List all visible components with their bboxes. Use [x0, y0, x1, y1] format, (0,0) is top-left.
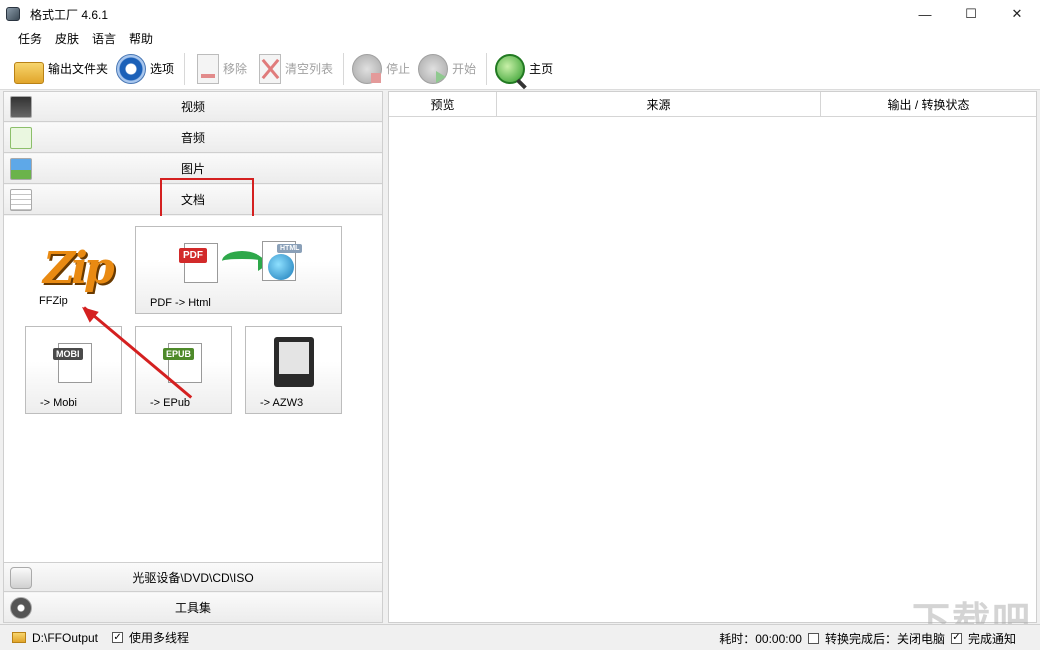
- minimize-button[interactable]: —: [902, 0, 948, 28]
- mobi-badge: MOBI: [53, 348, 83, 360]
- clear-list-label: 清空列表: [285, 62, 334, 76]
- html-badge: HTML: [277, 244, 303, 253]
- globe-icon: [268, 254, 294, 280]
- close-button[interactable]: ✕: [994, 0, 1040, 28]
- category-audio-label: 音频: [180, 131, 205, 145]
- tile-mobi[interactable]: MOBI -> Mobi: [25, 326, 122, 414]
- tools-reel-icon: [10, 597, 32, 619]
- epub-file-icon: EPUB: [163, 343, 202, 383]
- column-output-status[interactable]: 输出 / 转换状态: [821, 92, 1036, 116]
- category-panel: 视频 音频 图片 文档 Zip FFZip PDF HTML PDF -> Ht…: [3, 91, 383, 623]
- video-film-icon: [10, 96, 32, 118]
- menu-skin[interactable]: 皮肤: [55, 30, 79, 47]
- ffzip-logo-icon: Zip: [43, 243, 115, 294]
- html-file-icon: HTML: [262, 241, 303, 281]
- menu-bar: 任务 皮肤 语言 帮助: [0, 28, 1040, 48]
- status-bar: D:\FFOutput ✓ 使用多线程 耗时：00:00:00 转换完成后：关闭…: [0, 624, 1040, 650]
- after-convert-label[interactable]: 转换完成后：关闭电脑: [825, 630, 945, 647]
- start-label: 开始: [452, 62, 477, 76]
- menu-help[interactable]: 帮助: [129, 30, 153, 47]
- category-disc[interactable]: 光驱设备\DVD\CD\ISO: [4, 562, 382, 592]
- window-title: 格式工厂 4.6.1: [30, 7, 109, 22]
- options-label: 选项: [150, 62, 175, 76]
- toolbar-divider: [184, 52, 186, 85]
- category-disc-label: 光驱设备\DVD\CD\ISO: [132, 570, 254, 585]
- home-label: 主页: [529, 62, 554, 76]
- notify-label: 完成通知: [967, 631, 1016, 646]
- home-globe-icon: [495, 53, 526, 84]
- elapsed-time: 耗时：00:00:00: [719, 631, 802, 646]
- category-video[interactable]: 视频: [4, 92, 382, 122]
- pdf-file-icon: PDF: [179, 243, 218, 283]
- maximize-button[interactable]: ☐: [948, 0, 994, 28]
- remove-button[interactable]: 移除: [193, 51, 247, 87]
- home-button[interactable]: 主页: [495, 51, 553, 87]
- multithread-checkbox[interactable]: ✓: [112, 632, 124, 643]
- status-right: 耗时：00:00:00 转换完成后：关闭电脑 ✓ 完成通知: [719, 625, 1016, 650]
- toolbar-divider: [486, 52, 488, 85]
- stop-label: 停止: [386, 62, 411, 76]
- epub-badge: EPUB: [163, 348, 195, 360]
- menu-language[interactable]: 语言: [92, 30, 116, 47]
- image-picture-icon: [10, 158, 32, 180]
- document-icon: [10, 189, 32, 211]
- tile-epub[interactable]: EPUB -> EPub: [135, 326, 232, 414]
- title-bar: 格式工厂 4.6.1 — ☐ ✕: [0, 0, 1040, 28]
- category-video-label: 视频: [180, 100, 205, 114]
- task-list-panel: 预览 来源 输出 / 转换状态: [388, 91, 1037, 623]
- gear-icon: [116, 53, 147, 84]
- column-preview[interactable]: 预览: [389, 92, 497, 116]
- stop-button[interactable]: 停止: [352, 51, 410, 87]
- toolbar-divider: [343, 52, 345, 85]
- pdf-badge: PDF: [179, 248, 207, 263]
- tile-ffzip-label: FFZip: [39, 295, 68, 307]
- category-audio[interactable]: 音频: [4, 123, 382, 153]
- toolbar: 输出文件夹 选项 移除 清空列表 停止 开始 主页: [0, 48, 1040, 90]
- multithread-label: 使用多线程: [129, 631, 190, 645]
- tile-epub-label: -> EPub: [150, 397, 191, 409]
- highlight-box-document: [160, 178, 254, 220]
- column-source[interactable]: 来源: [497, 92, 821, 116]
- remove-label: 移除: [223, 62, 248, 76]
- tile-azw3[interactable]: -> AZW3: [245, 326, 342, 414]
- convert-arrow-icon: [222, 251, 270, 271]
- output-path[interactable]: D:\FFOutput: [32, 631, 98, 645]
- tile-mobi-label: -> Mobi: [40, 397, 77, 409]
- app-icon: [6, 7, 20, 21]
- clear-list-button[interactable]: 清空列表: [255, 51, 333, 87]
- output-folder-button[interactable]: 输出文件夹: [14, 51, 108, 87]
- audio-note-icon: [10, 127, 32, 149]
- category-image-label: 图片: [180, 162, 205, 176]
- mobi-file-icon: MOBI: [53, 343, 92, 383]
- category-tools[interactable]: 工具集: [4, 593, 382, 623]
- after-convert-checkbox[interactable]: [807, 632, 819, 644]
- tile-pdf-to-html[interactable]: PDF HTML PDF -> Html: [135, 226, 342, 314]
- disc-drive-icon: [10, 567, 32, 589]
- output-folder-label: 输出文件夹: [48, 62, 109, 76]
- category-tools-label: 工具集: [174, 601, 211, 615]
- output-folder-icon[interactable]: [12, 632, 26, 643]
- clear-list-icon: [259, 53, 282, 84]
- tile-pdf-to-html-label: PDF -> Html: [150, 297, 211, 309]
- options-button[interactable]: 选项: [116, 51, 174, 87]
- document-tiles: Zip FFZip PDF HTML PDF -> Html MOBI -> M…: [4, 216, 382, 562]
- folder-icon: [14, 61, 44, 84]
- window-controls: — ☐ ✕: [902, 0, 1040, 28]
- start-icon: [418, 53, 449, 84]
- ereader-icon: [274, 337, 314, 387]
- remove-doc-icon: [197, 53, 220, 84]
- tile-ffzip[interactable]: Zip FFZip: [24, 226, 124, 312]
- start-button[interactable]: 开始: [418, 51, 476, 87]
- stop-icon: [352, 53, 383, 84]
- menu-task[interactable]: 任务: [18, 30, 42, 47]
- task-table-header: 预览 来源 输出 / 转换状态: [389, 92, 1036, 117]
- tile-azw3-label: -> AZW3: [260, 397, 304, 409]
- notify-checkbox[interactable]: ✓: [950, 632, 962, 644]
